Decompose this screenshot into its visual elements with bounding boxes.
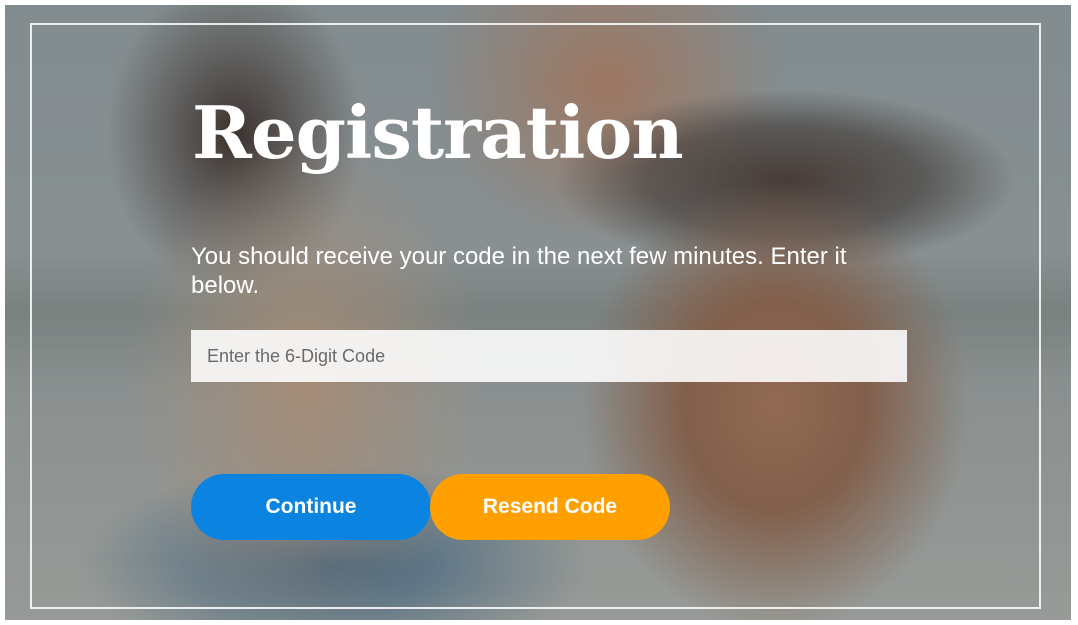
page-title: Registration xyxy=(192,90,684,175)
resend-code-button[interactable]: Resend Code xyxy=(430,474,670,540)
verification-code-input[interactable] xyxy=(191,330,907,382)
instruction-text: You should receive your code in the next… xyxy=(191,243,847,299)
background-photo: Registration You should receive your cod… xyxy=(5,5,1071,620)
continue-button[interactable]: Continue xyxy=(191,474,431,540)
